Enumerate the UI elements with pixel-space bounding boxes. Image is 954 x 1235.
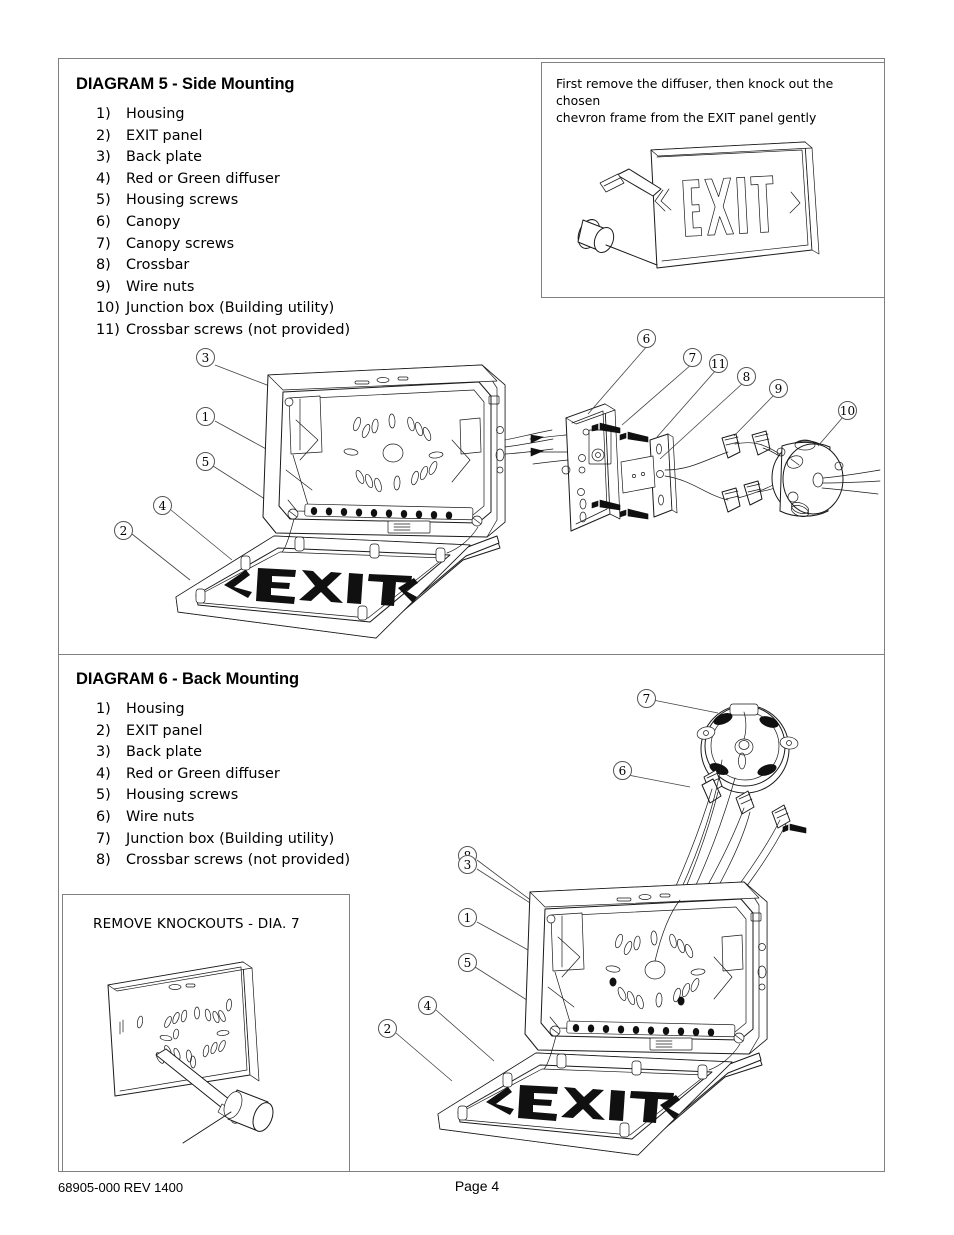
diagram6-callout-4: 4 xyxy=(418,996,437,1015)
diagram5-callout-7: 7 xyxy=(683,348,702,367)
diagram5-part-item: 10) Junction box (Building utility) xyxy=(96,298,350,320)
diagram5-callout-5: 5 xyxy=(196,452,215,471)
diagram6-part-item-number: 2) xyxy=(96,722,111,739)
diagram6-part-item: 8) Crossbar screws (not provided) xyxy=(96,850,350,872)
diagram6-title: DIAGRAM 6 - Back Mounting xyxy=(76,670,299,688)
diagram5-callout-9: 9 xyxy=(769,379,788,398)
diagram5-part-item-label: Canopy screws xyxy=(126,235,235,252)
diagram6-part-item: 7) Junction box (Building utility) xyxy=(96,829,350,851)
diagram5-part-item: 2) EXIT panel xyxy=(96,126,350,148)
diagram6-part-item: 5) Housing screws xyxy=(96,785,350,807)
page-root: DIAGRAM 5 - Side Mounting 1) Housing 2) EXI… xyxy=(0,0,954,1235)
diagram6-part-item-label: Crossbar screws (not provided) xyxy=(126,852,351,869)
footer-page-number: Page 4 xyxy=(454,1178,500,1194)
note-line-2: chevron frame from the EXIT panel gently xyxy=(556,110,817,125)
diagram6-part-item-number: 7) xyxy=(96,830,111,847)
note-box-text: First remove the diffuser, then knock ou… xyxy=(556,75,874,126)
diagram5-callout-8: 8 xyxy=(737,367,756,386)
diagram5-part-item-label: Housing screws xyxy=(126,192,239,209)
section-divider xyxy=(58,654,885,655)
diagram6-callout-2: 2 xyxy=(378,1019,397,1038)
diagram5-part-item-number: 3) xyxy=(96,149,111,166)
diagram5-parts-list: 1) Housing 2) EXIT panel 3) Back plate 4) Red o… xyxy=(96,104,350,342)
diagram5-callout-10: 10 xyxy=(838,401,857,420)
diagram5-part-item-label: Back plate xyxy=(126,149,202,166)
diagram5-part-item: 8) Crossbar xyxy=(96,255,350,277)
diagram5-callout-1: 1 xyxy=(196,407,215,426)
diagram5-part-item-number: 8) xyxy=(96,257,111,274)
diagram6-part-item: 3) Back plate xyxy=(96,742,350,764)
diagram5-part-item-label: Crossbar screws (not provided) xyxy=(126,321,351,338)
diagram5-part-item-label: Wire nuts xyxy=(126,278,195,295)
diagram6-part-item-label: Red or Green diffuser xyxy=(126,765,280,782)
diagram6-part-item-label: Back plate xyxy=(126,744,202,761)
diagram6-parts-list: 1) Housing 2) EXIT panel 3) Back plate 4) Red o… xyxy=(96,699,350,872)
diagram6-part-item-label: Wire nuts xyxy=(126,808,195,825)
diagram5-title: DIAGRAM 5 - Side Mounting xyxy=(76,75,295,93)
note-line-1: First remove the diffuser, then knock ou… xyxy=(556,76,834,108)
diagram5-part-item: 6) Canopy xyxy=(96,212,350,234)
diagram6-part-item-number: 3) xyxy=(96,744,111,761)
diagram5-callout-11: 11 xyxy=(709,354,728,373)
diagram5-part-item: 9) Wire nuts xyxy=(96,277,350,299)
diagram5-part-item: 4) Red or Green diffuser xyxy=(96,169,350,191)
diagram6-part-item-number: 6) xyxy=(96,808,111,825)
diagram6-part-item-label: Junction box (Building utility) xyxy=(126,830,335,847)
diagram6-callout-1: 1 xyxy=(458,908,477,927)
diagram6-part-item-label: Housing screws xyxy=(126,787,239,804)
diagram6-part-item-label: EXIT panel xyxy=(126,722,203,739)
diagram5-part-item-label: Red or Green diffuser xyxy=(126,170,280,187)
diagram6-part-item-label: Housing xyxy=(126,701,185,717)
diagram6-part-item-number: 5) xyxy=(96,787,111,804)
diagram5-part-item: 5) Housing screws xyxy=(96,190,350,212)
diagram6-part-item-number: 1) xyxy=(96,701,111,717)
knockouts-box xyxy=(62,894,350,1172)
diagram5-part-item-number: 9) xyxy=(96,278,111,295)
diagram6-part-item-number: 4) xyxy=(96,765,111,782)
diagram5-callout-3: 3 xyxy=(196,348,215,367)
diagram5-part-item-number: 5) xyxy=(96,192,111,209)
diagram5-part-item-number: 4) xyxy=(96,170,111,187)
diagram6-part-item-number: 8) xyxy=(96,852,111,869)
diagram5-part-item-label: Canopy xyxy=(126,213,181,230)
diagram5-part-item: 11) Crossbar screws (not provided) xyxy=(96,320,350,342)
diagram5-part-item-label: Housing xyxy=(126,106,185,122)
diagram5-part-item: 1) Housing xyxy=(96,104,350,126)
diagram5-part-item-number: 10) xyxy=(96,300,120,317)
diagram5-part-item: 7) Canopy screws xyxy=(96,234,350,256)
diagram5-part-item-label: Junction box (Building utility) xyxy=(126,300,335,317)
diagram6-part-item: 2) EXIT panel xyxy=(96,721,350,743)
diagram6-callout-7: 7 xyxy=(637,689,656,708)
diagram6-callout-6: 6 xyxy=(613,761,632,780)
diagram5-part-item: 3) Back plate xyxy=(96,147,350,169)
diagram6-callout-3: 3 xyxy=(458,855,477,874)
diagram5-part-item-number: 2) xyxy=(96,127,111,144)
diagram5-callout-6: 6 xyxy=(637,329,656,348)
diagram6-part-item: 6) Wire nuts xyxy=(96,807,350,829)
diagram5-part-item-number: 11) xyxy=(96,321,120,338)
diagram5-part-item-number: 6) xyxy=(96,213,111,230)
diagram6-callout-5: 5 xyxy=(458,953,477,972)
diagram5-part-item-label: Crossbar xyxy=(126,257,190,274)
diagram5-part-item-number: 7) xyxy=(96,235,111,252)
diagram6-part-item: 1) Housing xyxy=(96,699,350,721)
diagram5-callout-2: 2 xyxy=(114,521,133,540)
knockouts-title: REMOVE KNOCKOUTS - DIA. 7 xyxy=(93,916,300,932)
diagram5-part-item-label: EXIT panel xyxy=(126,127,203,144)
diagram5-part-item-number: 1) xyxy=(96,106,111,122)
diagram6-part-item: 4) Red or Green diffuser xyxy=(96,764,350,786)
diagram5-callout-4: 4 xyxy=(153,496,172,515)
